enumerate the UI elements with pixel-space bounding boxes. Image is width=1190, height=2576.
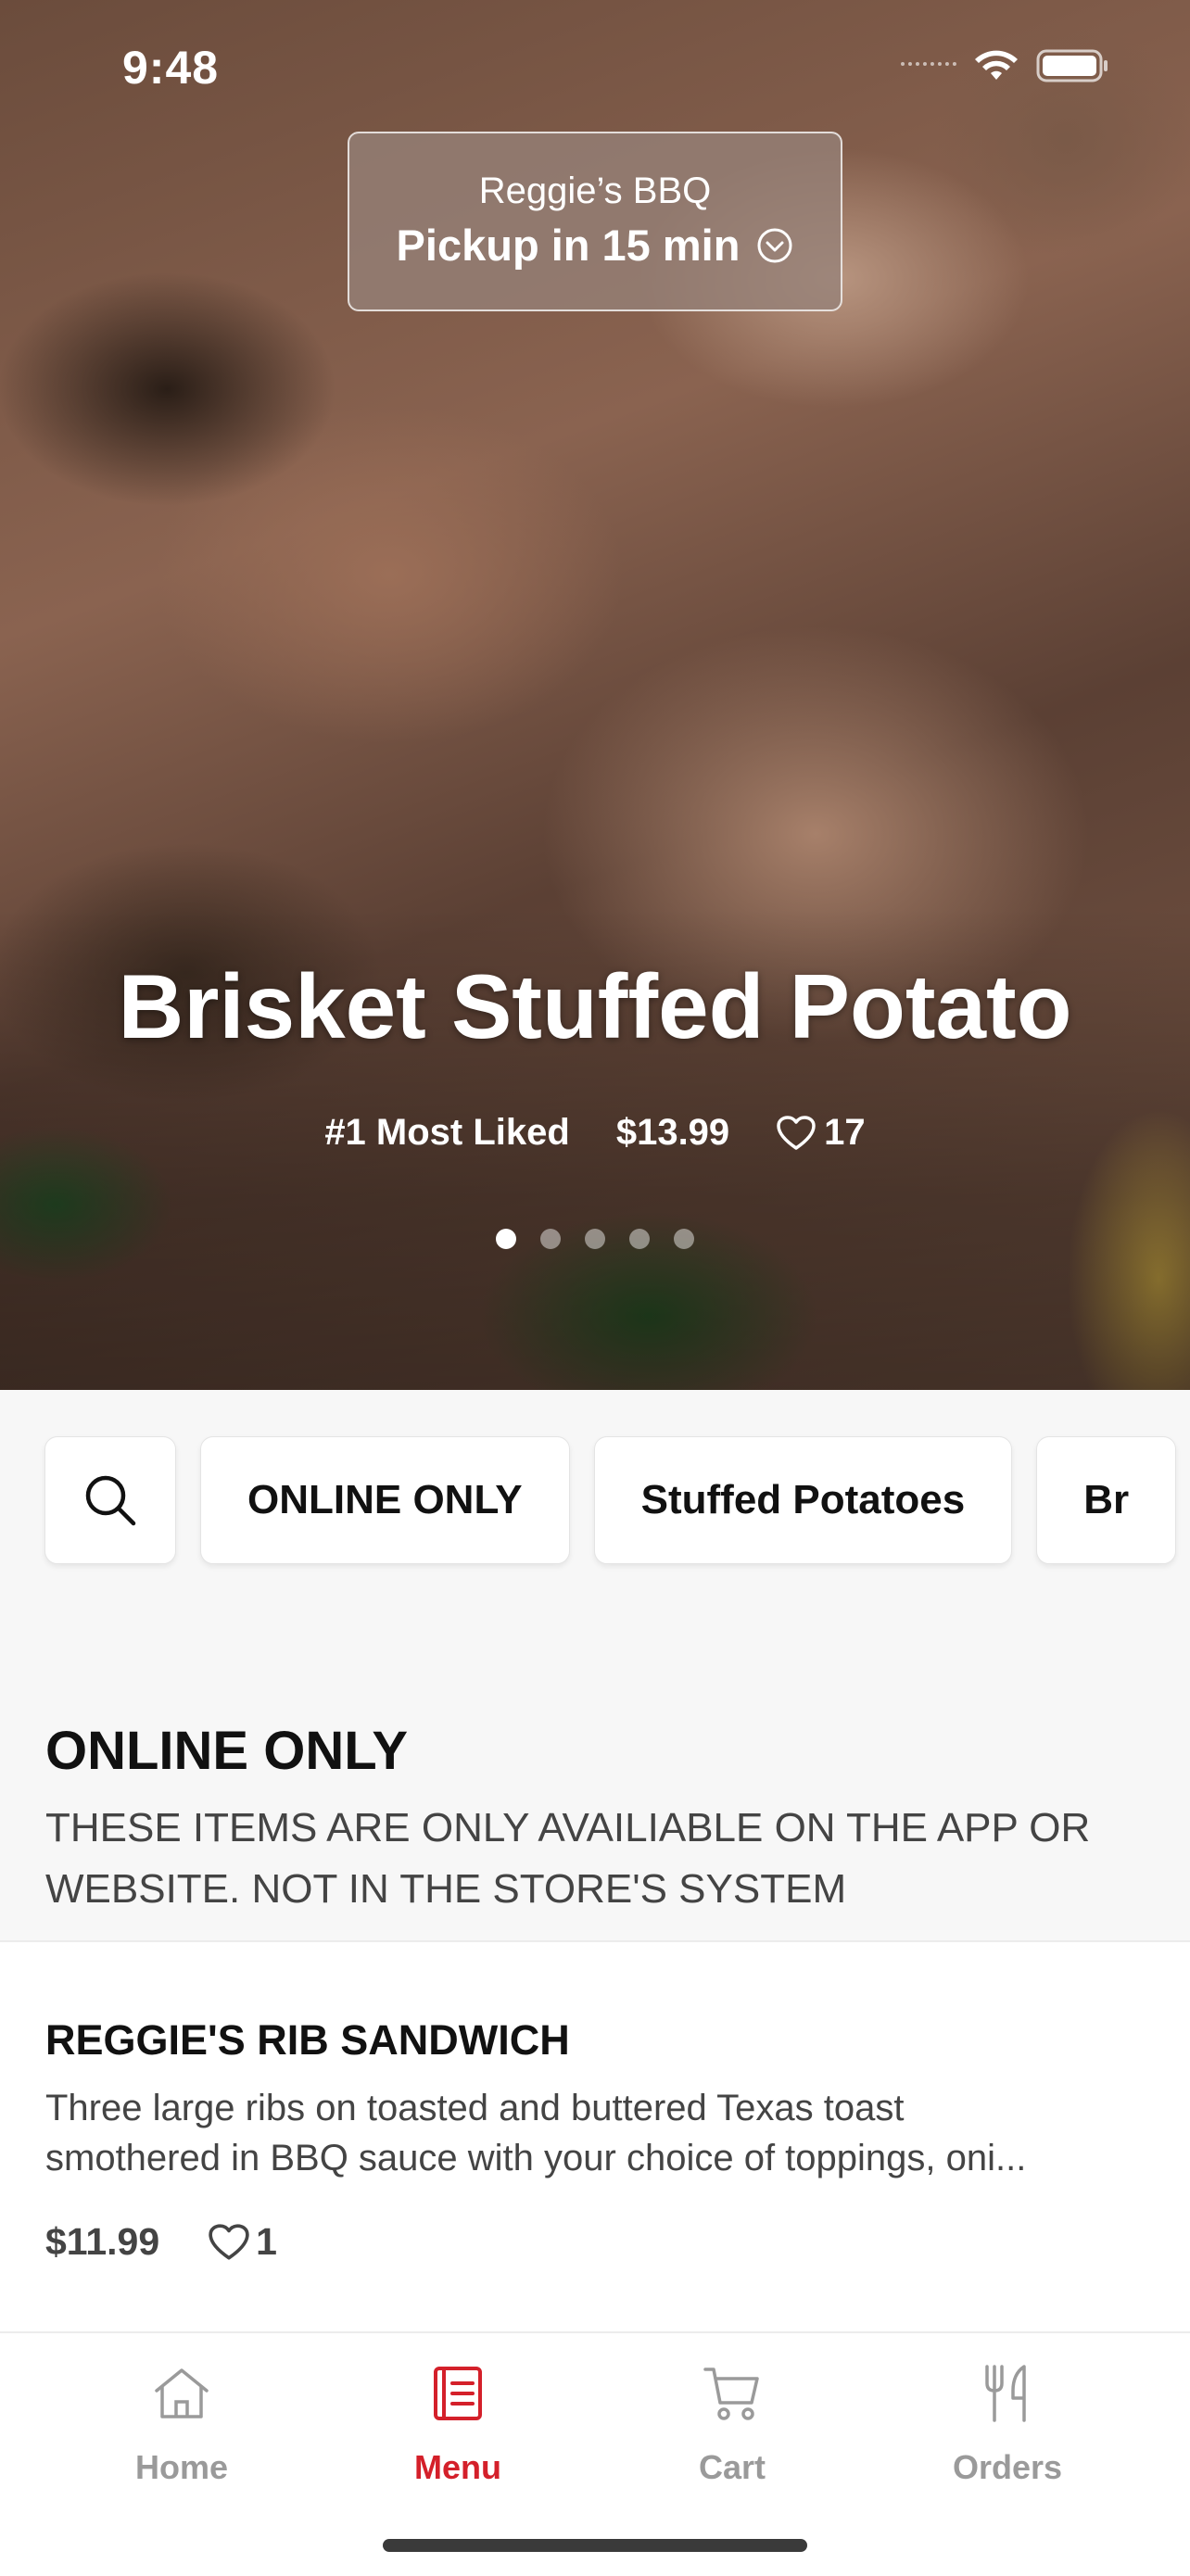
tab-orders[interactable]: Orders [915, 2361, 1100, 2487]
featured-item-title: Brisket Stuffed Potato [118, 955, 1072, 1057]
store-pickup-selector[interactable]: Reggie’s BBQ Pickup in 15 min [348, 132, 842, 311]
tab-home[interactable]: Home [89, 2361, 274, 2487]
status-time: 9:48 [122, 42, 220, 94]
category-chip-stuffed-potatoes[interactable]: Stuffed Potatoes [593, 1436, 1013, 1564]
tab-label: Menu [414, 2448, 501, 2486]
pager-dot-3[interactable] [585, 1229, 605, 1249]
pickup-time: Pickup in 15 min [396, 221, 741, 270]
category-bar[interactable]: ONLINE ONLY Stuffed Potatoes Br [44, 1436, 1177, 1564]
pager-dot-4[interactable] [629, 1229, 650, 1249]
menu-item-meta: $11.99 1 [45, 2220, 277, 2264]
fork-knife-icon [985, 2365, 1026, 2422]
featured-item-likes: 17 [776, 1112, 866, 1154]
featured-item-price: $13.99 [615, 1112, 730, 1153]
most-liked-badge: #1 Most Liked [324, 1112, 570, 1153]
menu-item-card[interactable]: REGGIE'S RIB SANDWICH Three large ribs o… [0, 1940, 1190, 2331]
menu-icon [434, 2367, 482, 2420]
menu-item-description: Three large ribs on toasted and buttered… [45, 2083, 1148, 2183]
pager-dot-5[interactable] [674, 1229, 694, 1249]
store-name: Reggie’s BBQ [478, 170, 712, 211]
cart-icon [703, 2368, 759, 2420]
heart-icon [777, 1115, 816, 1150]
likes-count: 17 [824, 1112, 866, 1153]
tab-cart[interactable]: Cart [639, 2361, 825, 2487]
menu-item-description-line: smothered in BBQ sauce with your choice … [45, 2138, 1027, 2178]
tab-label: Cart [698, 2448, 766, 2486]
menu-item-description-line: Three large ribs on toasted and buttered… [45, 2088, 905, 2128]
chevron-down-circle-icon [757, 228, 792, 262]
tab-label: Home [134, 2448, 229, 2486]
section-title: ONLINE ONLY [45, 1721, 409, 1781]
cellular-dots-icon [901, 62, 956, 69]
pager-dot-1[interactable] [496, 1229, 516, 1249]
home-indicator[interactable] [383, 2539, 807, 2552]
menu-item-likes[interactable]: 1 [208, 2220, 277, 2264]
status-icons [901, 48, 1110, 83]
pager-dot-2[interactable] [540, 1229, 561, 1249]
hero-banner[interactable]: 9:48 Reggie’s BBQ Pickup in 15 min Brisk… [0, 0, 1190, 1390]
heart-icon [209, 2223, 249, 2260]
battery-icon [1036, 49, 1108, 82]
menu-item-price: $11.99 [45, 2220, 160, 2263]
tab-menu[interactable]: Menu [365, 2361, 551, 2487]
search-button[interactable] [44, 1436, 176, 1564]
category-chip-online-only[interactable]: ONLINE ONLY [200, 1436, 570, 1564]
section-description: THESE ITEMS ARE ONLY AVAILIABLE ON THE A… [45, 1805, 1091, 1912]
featured-item-meta: #1 Most Liked $13.99 17 [0, 1112, 1190, 1154]
menu-item-name: REGGIE'S RIB SANDWICH [45, 2016, 570, 2064]
tab-label: Orders [952, 2448, 1063, 2486]
carousel-pager[interactable] [0, 1229, 1190, 1249]
search-icon [85, 1475, 136, 1526]
home-icon [155, 2368, 209, 2418]
wifi-icon [975, 50, 1018, 80]
category-chip-partial[interactable]: Br [1036, 1436, 1177, 1564]
likes-count: 1 [256, 2220, 277, 2263]
